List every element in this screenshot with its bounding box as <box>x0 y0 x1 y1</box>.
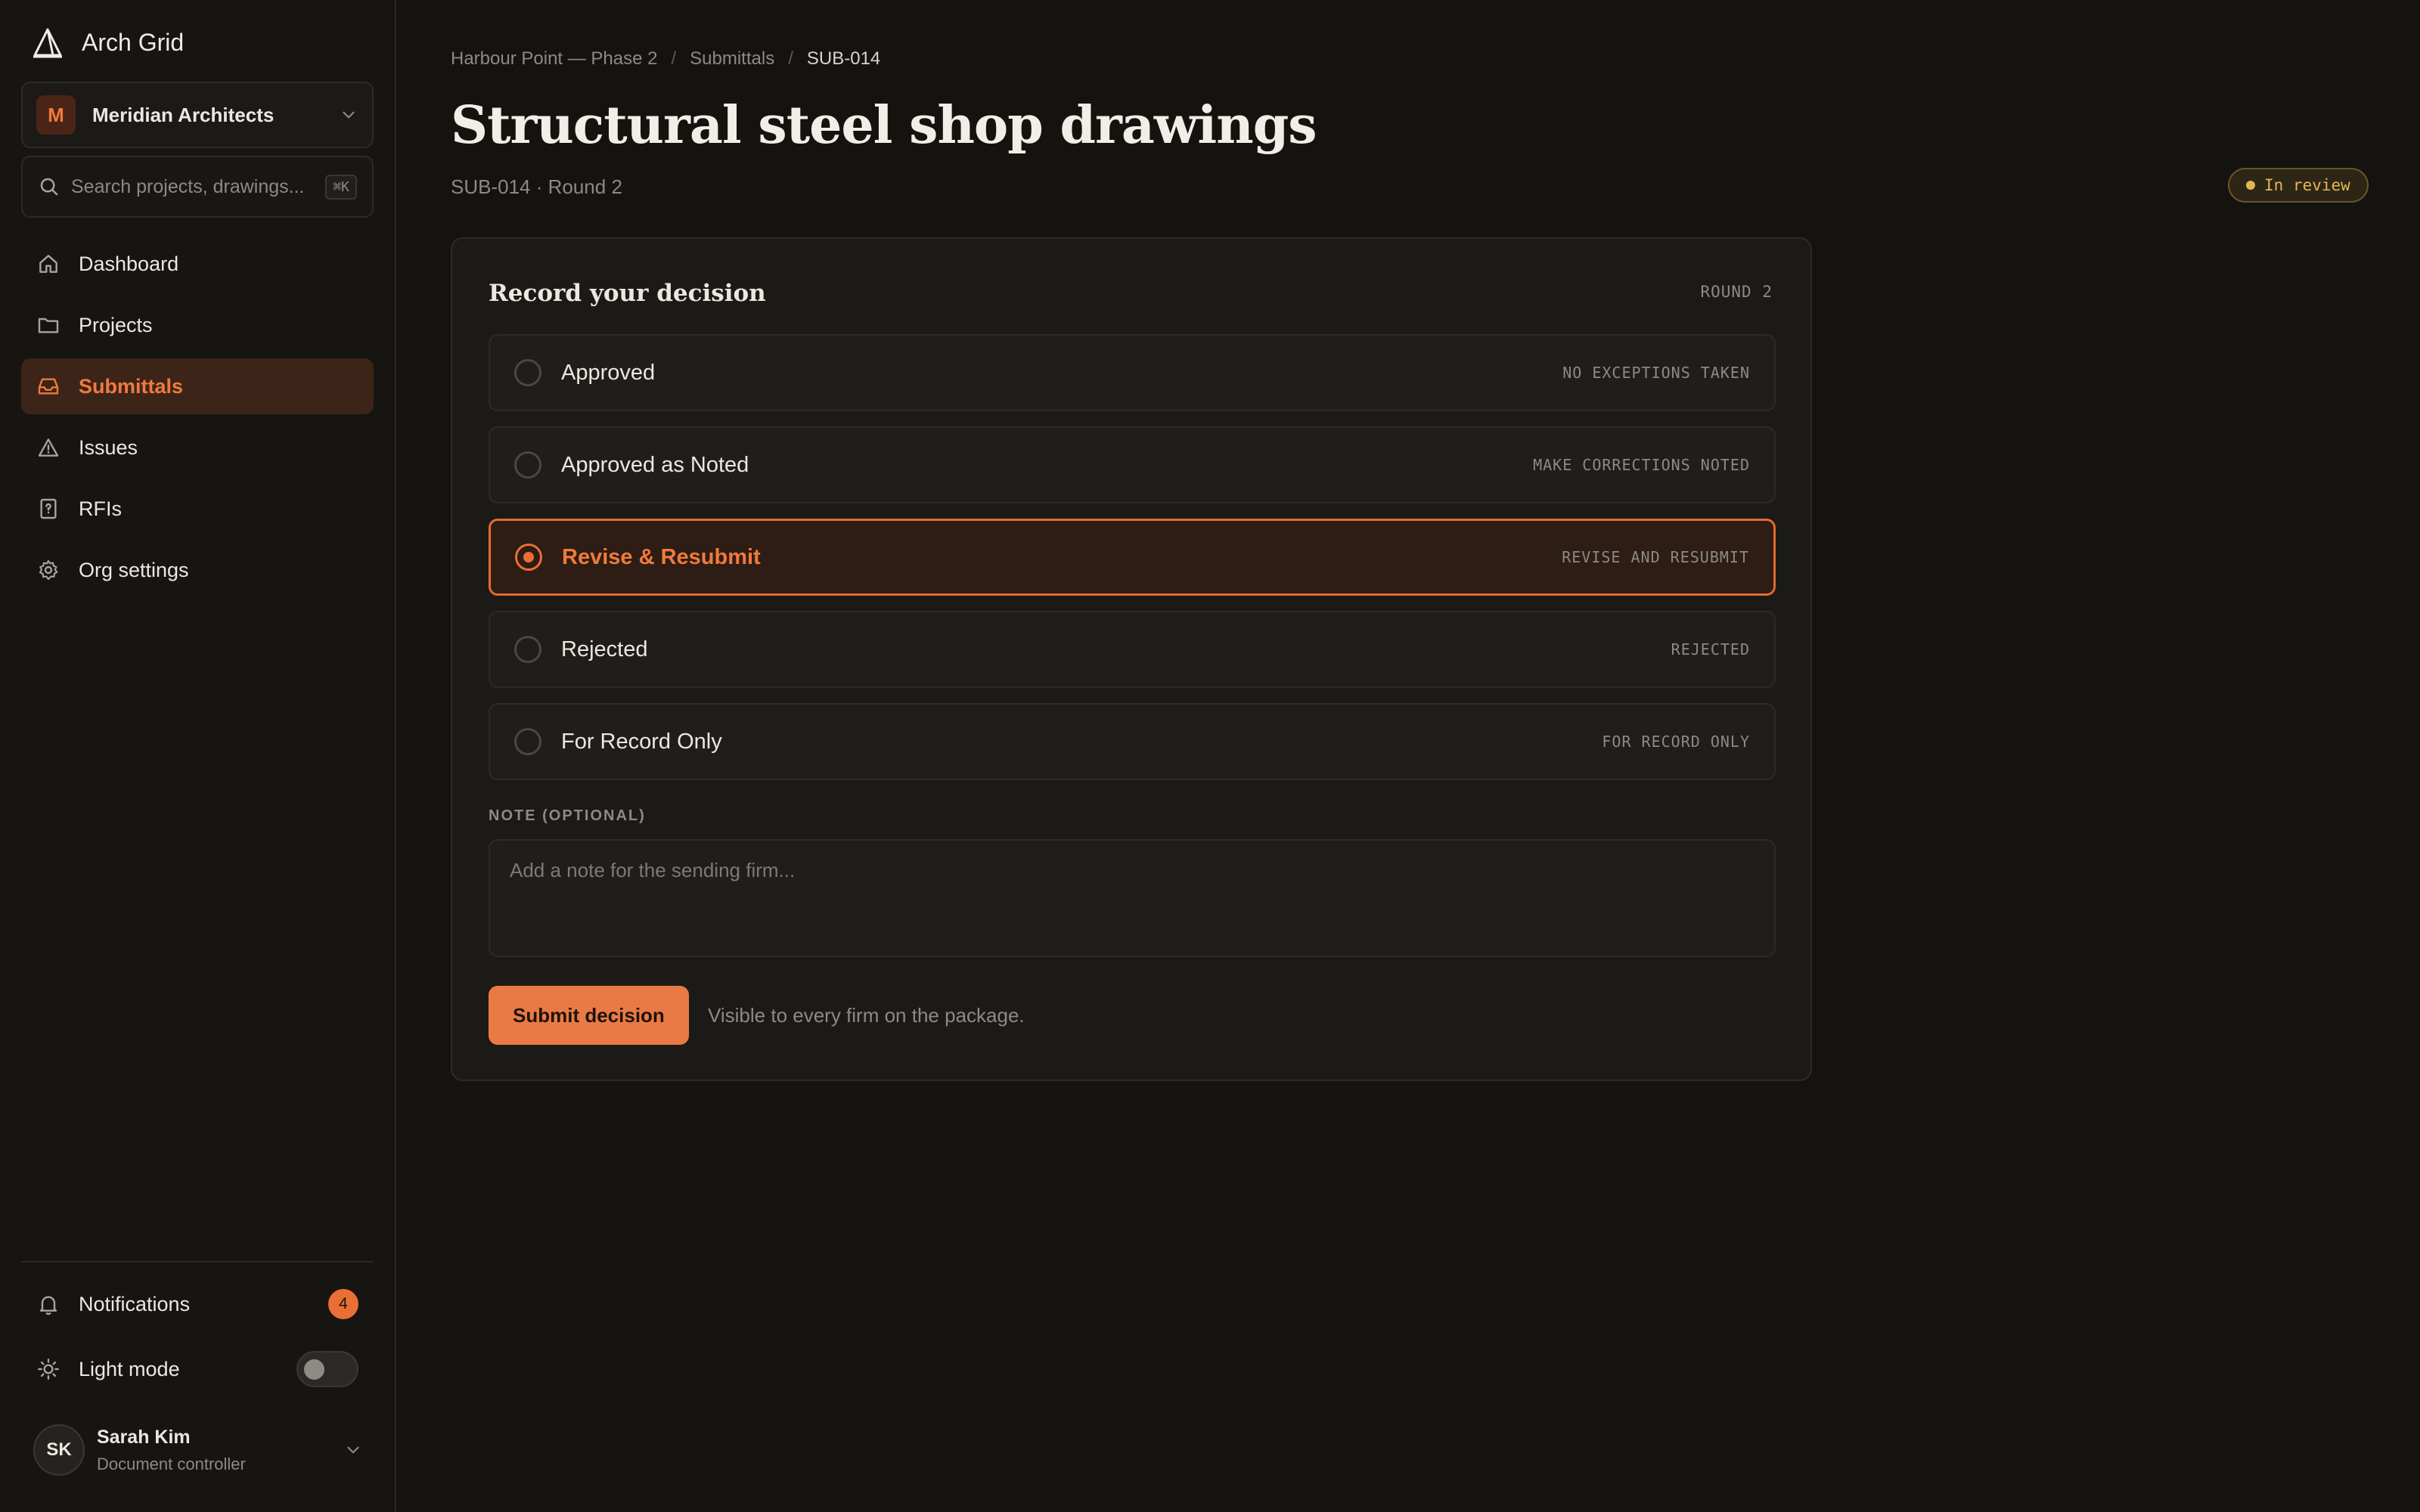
decision-option-code: MAKE CORRECTIONS NOTED <box>1533 456 1750 474</box>
nav-item-issues[interactable]: Issues <box>21 420 374 476</box>
nav-item-label: Dashboard <box>79 252 179 275</box>
decision-option-label: For Record Only <box>561 729 722 754</box>
radio-button[interactable] <box>514 636 541 663</box>
breadcrumb-separator: / <box>671 48 677 69</box>
search-icon <box>40 178 58 196</box>
user-name: Sarah Kim <box>97 1426 191 1448</box>
search-input[interactable] <box>71 175 326 198</box>
decision-round-label: ROUND 2 <box>1700 283 1773 301</box>
radio-button[interactable] <box>514 359 541 386</box>
decision-option-label: Revise & Resubmit <box>562 544 761 569</box>
help-square-icon <box>40 498 57 519</box>
note-label: NOTE (OPTIONAL) <box>489 807 646 824</box>
status-badge-label: In review <box>2264 176 2350 194</box>
user-menu[interactable]: SK Sarah Kim Document controller <box>21 1411 374 1489</box>
gear-icon <box>39 559 58 581</box>
radio-button-selected[interactable] <box>515 544 542 571</box>
notifications-count-badge: 4 <box>328 1289 358 1319</box>
main-nav: Dashboard Projects Submittals Issues RFI… <box>21 236 374 603</box>
nav-item-label: Issues <box>79 435 138 459</box>
nav-item-projects[interactable]: Projects <box>21 297 374 353</box>
decision-option-approved[interactable]: Approved NO EXCEPTIONS TAKEN <box>489 334 1776 411</box>
decision-option-code: NO EXCEPTIONS TAKEN <box>1562 364 1750 382</box>
decision-option-code: REVISE AND RESUBMIT <box>1562 548 1749 566</box>
search-box: ⌘K <box>21 156 374 218</box>
org-avatar: M <box>36 95 76 135</box>
arch-grid-logo-icon <box>33 28 62 58</box>
note-textarea[interactable] <box>489 839 1776 957</box>
home-icon <box>39 255 57 273</box>
decision-option-code: REJECTED <box>1671 640 1750 658</box>
inbox-icon <box>38 378 59 395</box>
nav-item-label: Org settings <box>79 558 189 581</box>
submit-decision-button[interactable]: Submit decision <box>489 986 689 1045</box>
notifications-label: Notifications <box>79 1292 191 1315</box>
nav-item-org-settings[interactable]: Org settings <box>21 542 374 598</box>
app-name: Arch Grid <box>82 28 185 56</box>
breadcrumb: Harbour Point — Phase 2 / Submittals / S… <box>451 48 880 70</box>
decision-option-code: FOR RECORD ONLY <box>1602 733 1750 751</box>
breadcrumb-section-link[interactable]: Submittals <box>690 48 774 70</box>
nav-item-label: RFIs <box>79 497 122 520</box>
radio-button[interactable] <box>514 728 541 755</box>
chevron-down-icon <box>347 1446 359 1454</box>
page-title: Structural steel shop drawings <box>451 95 1317 156</box>
sidebar: Arch Grid M Meridian Architects ⌘K Dashb… <box>0 0 396 1512</box>
nav-item-dashboard[interactable]: Dashboard <box>21 236 374 292</box>
breadcrumb-separator: / <box>788 48 793 69</box>
search-shortcut-hint: ⌘K <box>325 174 357 200</box>
breadcrumb-current: SUB-014 <box>806 48 881 69</box>
nav-item-label: Submittals <box>79 374 184 398</box>
user-role: Document controller <box>97 1454 246 1473</box>
light-mode-toggle[interactable] <box>296 1351 358 1387</box>
decision-option-rejected[interactable]: Rejected REJECTED <box>489 611 1776 688</box>
org-switcher[interactable]: M Meridian Architects <box>21 82 374 148</box>
warning-icon <box>38 438 59 457</box>
sun-icon <box>38 1359 59 1380</box>
user-info: Sarah Kim Document controller <box>97 1427 343 1474</box>
bell-icon <box>39 1296 57 1315</box>
submit-hint: Visible to every firm on the package. <box>708 1004 1025 1027</box>
decision-option-for-record-only[interactable]: For Record Only FOR RECORD ONLY <box>489 703 1776 780</box>
decision-options: Approved NO EXCEPTIONS TAKEN Approved as… <box>489 334 1776 795</box>
notifications-item[interactable]: Notifications 4 <box>21 1276 374 1332</box>
status-dot-icon <box>2246 181 2255 190</box>
nav-item-submittals[interactable]: Submittals <box>21 358 374 414</box>
light-mode-item: Light mode <box>21 1341 374 1397</box>
chevron-down-icon <box>343 111 355 119</box>
decision-card-title: Record your decision <box>489 280 766 307</box>
folder-icon <box>38 318 59 333</box>
decision-option-revise-resubmit[interactable]: Revise & Resubmit REVISE AND RESUBMIT <box>489 519 1776 596</box>
decision-card: Record your decision ROUND 2 Approved NO… <box>451 237 1812 1081</box>
nav-item-label: Projects <box>79 313 153 336</box>
avatar: SK <box>33 1424 85 1476</box>
light-mode-label: Light mode <box>79 1357 180 1380</box>
sidebar-divider <box>21 1261 374 1263</box>
status-badge: In review <box>2228 168 2369 203</box>
decision-option-approved-as-noted[interactable]: Approved as Noted MAKE CORRECTIONS NOTED <box>489 426 1776 503</box>
brand[interactable]: Arch Grid <box>30 24 184 60</box>
decision-option-label: Approved as Noted <box>561 452 749 477</box>
org-name: Meridian Architects <box>92 103 275 126</box>
decision-option-label: Rejected <box>561 637 648 662</box>
breadcrumb-project-link[interactable]: Harbour Point — Phase 2 <box>451 48 657 70</box>
radio-button[interactable] <box>514 451 541 479</box>
nav-item-rfis[interactable]: RFIs <box>21 481 374 537</box>
page-subtitle: SUB-014 · Round 2 <box>451 175 622 198</box>
decision-option-label: Approved <box>561 360 656 385</box>
